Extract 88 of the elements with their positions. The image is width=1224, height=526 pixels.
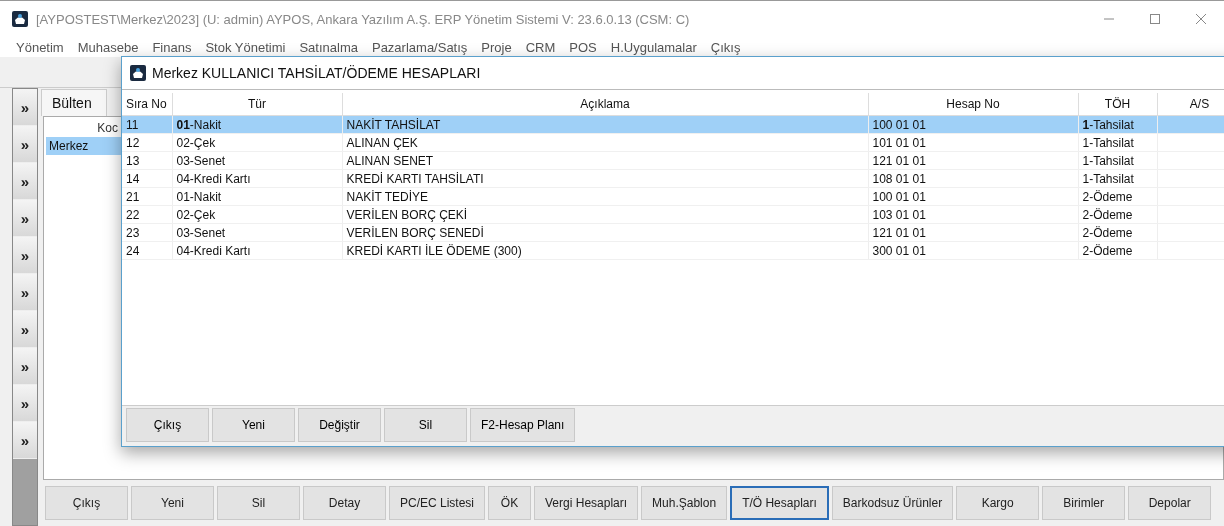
table-cell: 300 01 01 — [868, 241, 1078, 260]
table-cell: 01-Nakit — [172, 187, 342, 206]
dialog-button[interactable]: Değiştir — [298, 408, 381, 442]
menu-item[interactable]: Çıkış — [710, 39, 741, 55]
table-cell: 2-Ödeme — [1078, 187, 1157, 206]
dialog-button[interactable]: Yeni — [212, 408, 295, 442]
close-icon[interactable] — [1195, 13, 1207, 25]
table-cell: 22 — [122, 205, 172, 224]
table-cell: KREDİ KARTI İLE ÖDEME (300) — [342, 241, 868, 260]
table-cell: 108 01 01 — [868, 169, 1078, 188]
table-cell: 13 — [122, 151, 172, 170]
column-header[interactable]: Tür — [172, 93, 342, 116]
table-cell: VERİLEN BORÇ SENEDİ — [342, 223, 868, 242]
column-header[interactable]: Açıklama — [342, 93, 868, 116]
toolbar-button[interactable]: Vergi Hesapları — [534, 486, 639, 520]
column-header: Koc — [96, 121, 118, 137]
expand-button[interactable]: » — [13, 385, 37, 422]
table-cell: 04-Kredi Kartı — [172, 169, 342, 188]
dialog-button[interactable]: Çıkış — [126, 408, 209, 442]
toolbar-button[interactable]: Yeni — [131, 486, 214, 520]
expand-button[interactable]: » — [13, 311, 37, 348]
column-header[interactable]: Hesap No — [868, 93, 1078, 116]
toolbar-button[interactable]: Barkodsuz Ürünler — [831, 486, 954, 520]
table-cell: 2-Ödeme — [1078, 241, 1157, 260]
dialog-title: Merkez KULLANICI TAHSİLAT/ÖDEME HESAPLARI — [152, 65, 481, 81]
column-header[interactable]: TÖH — [1078, 93, 1157, 116]
table-cell: 03-Senet — [172, 223, 342, 242]
toolbar-button[interactable]: Kargo — [956, 486, 1040, 520]
expand-button[interactable]: » — [13, 348, 37, 385]
toolbar-button[interactable]: Sil — [217, 486, 300, 520]
table-cell: KREDİ KARTI TAHSİLATI — [342, 169, 868, 188]
toolbar-button[interactable]: Birimler — [1042, 486, 1126, 520]
toolbar-button[interactable]: Detay — [303, 486, 386, 520]
maximize-icon[interactable] — [1149, 13, 1161, 25]
table-cell: ALINAN ÇEK — [342, 133, 868, 152]
table-cell: 100 01 01 — [868, 187, 1078, 206]
menu-item[interactable]: CRM — [525, 39, 556, 55]
menu-item[interactable]: Stok Yönetimi — [205, 39, 286, 55]
toolbar-button[interactable]: Çıkış — [45, 486, 128, 520]
app-icon — [12, 11, 28, 27]
table-cell: NAKİT TEDİYE — [342, 187, 868, 206]
app-icon — [130, 65, 146, 81]
window-title: [AYPOSTEST\Merkez\2023] (U: admin) AYPOS, Ankara Yazılım A.Ş. ERP Yönetim Sistemi V: 23.6.0.13 (CSM: C) — [36, 11, 690, 27]
column-header[interactable]: A/S — [1157, 93, 1224, 116]
table-cell: 2-Ödeme — [1078, 223, 1157, 242]
table-cell: 02-Çek — [172, 205, 342, 224]
toolbar-button[interactable]: PC/EC Listesi — [389, 486, 486, 520]
toolbar-button[interactable]: Depolar — [1128, 486, 1212, 520]
menu-item[interactable]: Yönetim — [16, 39, 64, 55]
table-cell: 101 01 01 — [868, 133, 1078, 152]
table-cell: 1-Tahsilat — [1078, 133, 1157, 152]
menu-item[interactable]: Finans — [152, 39, 192, 55]
column-header[interactable]: Sıra No — [122, 93, 172, 116]
table-cell: 04-Kredi Kartı — [172, 241, 342, 260]
table-cell: 03-Senet — [172, 151, 342, 170]
expand-button[interactable]: » — [13, 237, 37, 274]
expand-button[interactable]: » — [13, 200, 37, 237]
table-cell: 12 — [122, 133, 172, 152]
toolbar-button[interactable]: T/Ö Hesapları — [730, 486, 829, 520]
dialog-button[interactable]: Sil — [384, 408, 467, 442]
expand-button[interactable]: » — [13, 163, 37, 200]
expand-button[interactable]: » — [13, 422, 37, 459]
expand-button[interactable]: » — [13, 274, 37, 311]
dialog-button[interactable]: F2-Hesap Planı — [470, 408, 576, 442]
table-cell: VERİLEN BORÇ ÇEKİ — [342, 205, 868, 224]
toolbar-button[interactable]: ÖK — [488, 486, 532, 520]
table-cell: 21 — [122, 187, 172, 206]
expand-button[interactable]: » — [13, 126, 37, 163]
menu-item[interactable]: Muhasebe — [77, 39, 139, 55]
menu-item[interactable]: Satınalma — [299, 39, 358, 55]
table-cell: 14 — [122, 169, 172, 188]
table-cell: 1-Tahsilat — [1078, 151, 1157, 170]
expand-button[interactable]: » — [13, 89, 37, 126]
table-cell: 02-Çek — [172, 133, 342, 152]
table-cell: 2-Ödeme — [1078, 205, 1157, 224]
table-cell: 24 — [122, 241, 172, 260]
table-cell: ALINAN SENET — [342, 151, 868, 170]
tab[interactable]: Bülten — [41, 88, 107, 116]
menu-item[interactable]: POS — [569, 39, 597, 55]
menu-item[interactable]: H.Uygulamalar — [610, 39, 697, 55]
menu-item[interactable]: Proje — [481, 39, 512, 55]
table-cell: 103 01 01 — [868, 205, 1078, 224]
toolbar-button[interactable]: Muh.Şablon — [641, 486, 728, 520]
menu-item[interactable]: Pazarlama/Satış — [371, 39, 468, 55]
table-cell: 23 — [122, 223, 172, 242]
table-cell: 1-Tahsilat — [1078, 169, 1157, 188]
table-cell: 121 01 01 — [868, 223, 1078, 242]
table-cell: 121 01 01 — [868, 151, 1078, 170]
